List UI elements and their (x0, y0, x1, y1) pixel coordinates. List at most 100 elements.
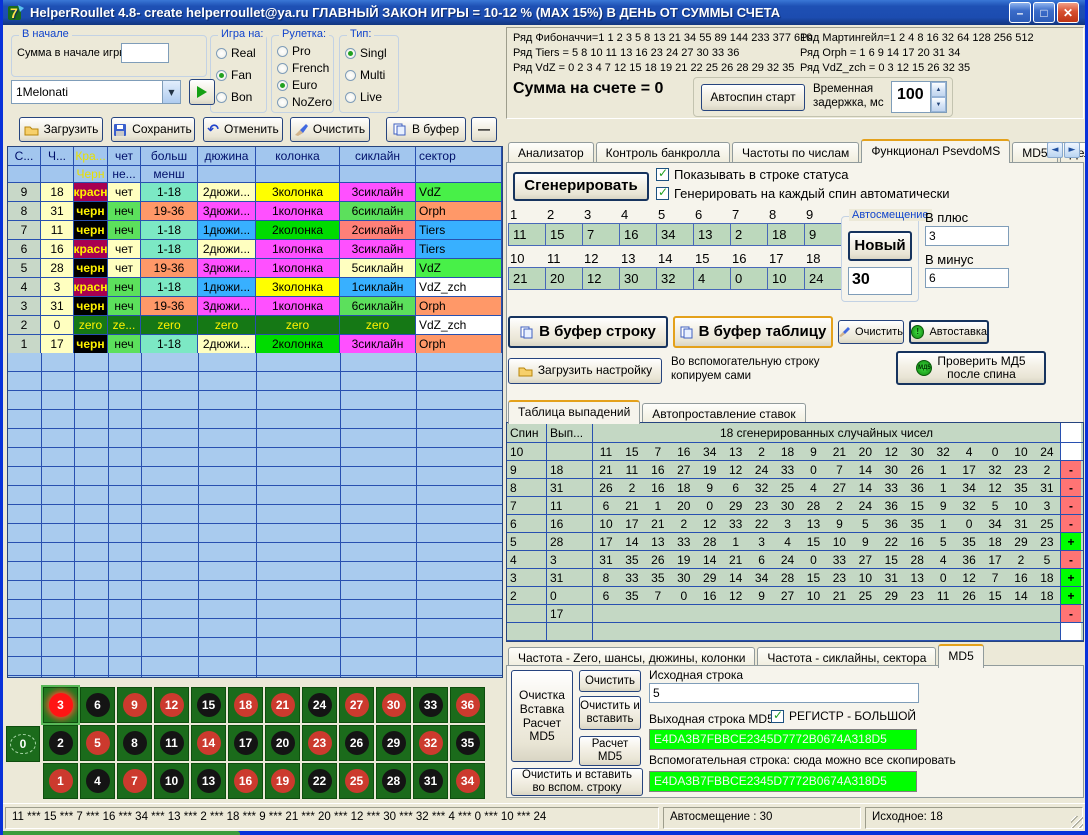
main-tab-3[interactable]: Частоты по числам (732, 142, 859, 163)
roulette-cell-13[interactable]: 13 (191, 763, 226, 799)
roulette-cell-26[interactable]: 26 (339, 725, 374, 761)
autobet-button[interactable]: ! Автоставка (909, 320, 989, 344)
roulette-cell-4[interactable]: 4 (80, 763, 115, 799)
inner-tab-1[interactable]: Таблица выпадений (508, 400, 640, 424)
radio-singl[interactable]: Singl (345, 46, 387, 60)
main-tab-1[interactable]: Анализатор (508, 142, 594, 163)
outcome-cell: 1-18 (141, 183, 198, 202)
radio-multi[interactable]: Multi (345, 68, 387, 82)
roulette-cell-19[interactable]: 19 (265, 763, 300, 799)
autoshift-value-field[interactable]: 30 (848, 267, 912, 295)
spinner-down-icon[interactable]: ▼ (931, 97, 946, 112)
roulette-cell-1[interactable]: 1 (43, 763, 78, 799)
load-button[interactable]: Загрузить (19, 117, 103, 142)
spin-number: 0 (982, 445, 1008, 459)
play-button[interactable] (189, 79, 215, 105)
roulette-cell-11[interactable]: 11 (154, 725, 189, 761)
preset-combobox[interactable]: 1Melonati ▼ (11, 80, 181, 104)
md5-big-button[interactable]: Очистка Вставка Расчет MD5 (511, 670, 573, 762)
plus-input[interactable]: 3 (925, 226, 1009, 246)
grid-index-label: 9 (806, 207, 813, 222)
md5-case-checkbox[interactable]: РЕГИСТР - БОЛЬШОЙ (771, 709, 916, 723)
auto-generate-checkbox[interactable]: Генерировать на каждый спин автоматическ… (656, 186, 950, 201)
md5-calc-button[interactable]: Расчет MD5 (579, 736, 641, 766)
inner-tab-2[interactable]: Автопроставление ставок (642, 403, 805, 424)
roulette-cell-0[interactable]: 0 (6, 726, 40, 762)
radio-pro[interactable]: Pro (277, 44, 332, 58)
status-line-checkbox[interactable]: Показывать в строке статуса (656, 167, 849, 182)
psevdo-clear-button[interactable]: Очистить (838, 320, 904, 344)
roulette-cell-7[interactable]: 7 (117, 763, 152, 799)
spinner-up-icon[interactable]: ▲ (931, 82, 946, 97)
md5-clear-paste-button[interactable]: Очистить и вставить (579, 696, 641, 730)
roulette-cell-24[interactable]: 24 (302, 687, 337, 723)
chevron-down-icon[interactable]: ▼ (162, 81, 180, 103)
roulette-cell-29[interactable]: 29 (376, 725, 411, 761)
roulette-cell-25[interactable]: 25 (339, 763, 374, 799)
roulette-cell-23[interactable]: 23 (302, 725, 337, 761)
roulette-cell-31[interactable]: 31 (413, 763, 448, 799)
save-button[interactable]: Сохранить (111, 117, 195, 142)
roulette-cell-8[interactable]: 8 (117, 725, 152, 761)
roulette-cell-28[interactable]: 28 (376, 763, 411, 799)
bottom-tab-3[interactable]: MD5 (938, 644, 983, 668)
roulette-cell-12[interactable]: 12 (154, 687, 189, 723)
md5-clear-paste-aux-button[interactable]: Очистить и вставить во вспом. строку (511, 768, 643, 796)
resize-grip[interactable] (1071, 816, 1083, 828)
radio-nozero[interactable]: NoZero (277, 95, 332, 109)
new-shift-button[interactable]: Новый (848, 231, 912, 261)
roulette-cell-6[interactable]: 6 (80, 687, 115, 723)
radio-live[interactable]: Live (345, 90, 387, 104)
check-md5-button[interactable]: МД5 Проверить МД5 после спина (896, 351, 1046, 385)
roulette-cell-17[interactable]: 17 (228, 725, 263, 761)
load-settings-button[interactable]: Загрузить настройку (508, 358, 662, 384)
roulette-cell-21[interactable]: 21 (265, 687, 300, 723)
roulette-cell-16[interactable]: 16 (228, 763, 263, 799)
roulette-cell-33[interactable]: 33 (413, 687, 448, 723)
roulette-cell-3[interactable]: 3 (43, 687, 78, 723)
start-sum-input[interactable] (121, 43, 169, 63)
roulette-cell-34[interactable]: 34 (450, 763, 485, 799)
roulette-cell-2[interactable]: 2 (43, 725, 78, 761)
roulette-cell-14[interactable]: 14 (191, 725, 226, 761)
main-tab-2[interactable]: Контроль банкролла (596, 142, 730, 163)
radio-fan[interactable]: Fan (216, 68, 256, 82)
roulette-cell-36[interactable]: 36 (450, 687, 485, 723)
md5-clear-button[interactable]: Очистить (579, 670, 641, 692)
roulette-cell-22[interactable]: 22 (302, 763, 337, 799)
main-tab-4[interactable]: Функционал PsevdoMS (861, 139, 1010, 163)
radio-real[interactable]: Real (216, 46, 256, 60)
radio-bon[interactable]: Bon (216, 90, 256, 104)
roulette-cell-35[interactable]: 35 (450, 725, 485, 761)
radio-french[interactable]: French (277, 61, 332, 75)
generate-button[interactable]: Сгенерировать (513, 172, 649, 201)
md5-source-input[interactable]: 5 (649, 683, 919, 703)
md5-output-value: E4DA3B7FBBCE2345D7772B0674A318D5 (654, 732, 887, 746)
md5-aux-field[interactable]: E4DA3B7FBBCE2345D7772B0674A318D5 (649, 771, 917, 792)
roulette-cell-10[interactable]: 10 (154, 763, 189, 799)
buffer-row-button[interactable]: В буфер строку (508, 316, 668, 348)
copy-icon (680, 326, 694, 339)
delay-spinner[interactable]: 100 ▲ ▼ (891, 81, 947, 113)
roulette-cell-9[interactable]: 9 (117, 687, 152, 723)
radio-euro[interactable]: Euro (277, 78, 332, 92)
minimize-button[interactable]: – (1009, 2, 1031, 23)
buffer-table-button[interactable]: В буфер таблицу (673, 316, 833, 348)
buffer-button[interactable]: В буфер (386, 117, 466, 142)
minus-input[interactable]: 6 (925, 268, 1009, 288)
roulette-cell-18[interactable]: 18 (228, 687, 263, 723)
roulette-cell-5[interactable]: 5 (80, 725, 115, 761)
roulette-cell-32[interactable]: 32 (413, 725, 448, 761)
tab-scroll-right-icon[interactable]: ► (1064, 142, 1080, 158)
clear-button[interactable]: Очистить (290, 117, 370, 142)
roulette-cell-27[interactable]: 27 (339, 687, 374, 723)
maximize-button[interactable]: □ (1033, 2, 1055, 23)
roulette-cell-15[interactable]: 15 (191, 687, 226, 723)
tab-scroll-left-icon[interactable]: ◄ (1047, 142, 1063, 158)
roulette-cell-20[interactable]: 20 (265, 725, 300, 761)
collapse-button[interactable]: — (471, 117, 497, 142)
roulette-cell-30[interactable]: 30 (376, 687, 411, 723)
undo-button[interactable]: ↶ Отменить (203, 117, 283, 142)
autospin-start-button[interactable]: Автоспин старт (701, 84, 805, 111)
close-button[interactable]: ✕ (1057, 2, 1079, 23)
